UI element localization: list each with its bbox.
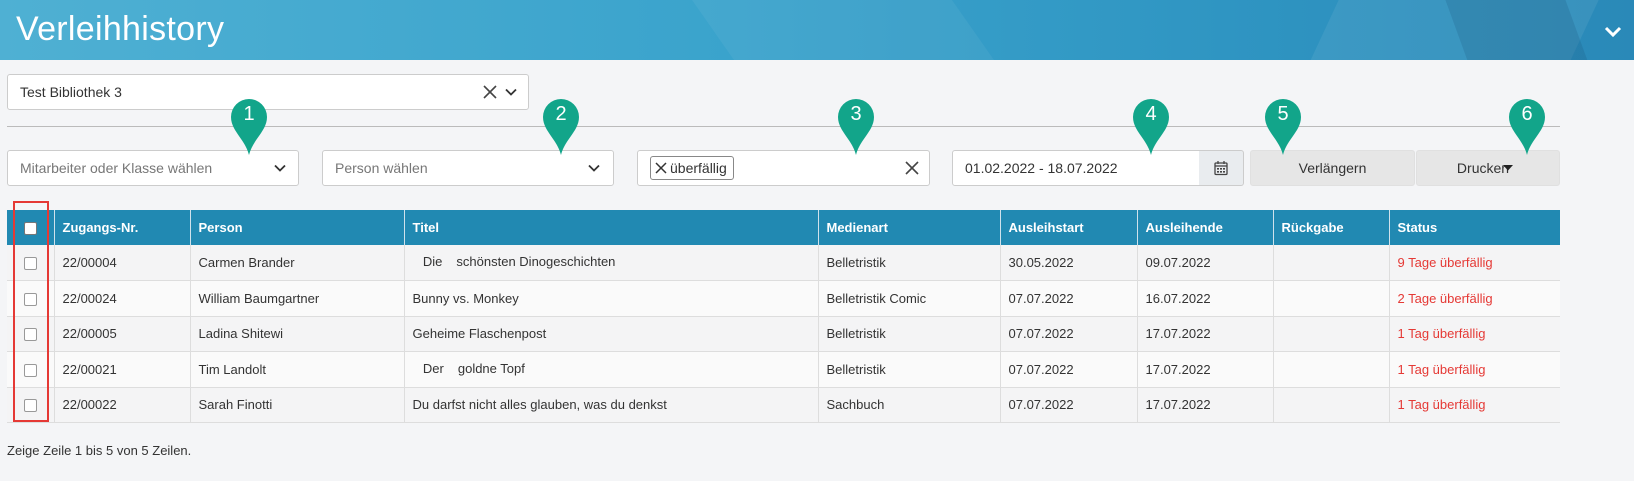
cell-person: Carmen Brander xyxy=(190,245,405,281)
clear-x-icon[interactable] xyxy=(905,161,919,175)
cell-media-type: Belletristik xyxy=(818,316,1001,352)
annotation-marker-5: 5 xyxy=(1263,97,1303,157)
cell-status: 2 Tage überfällig xyxy=(1397,290,1493,306)
column-header[interactable]: Person xyxy=(190,210,405,245)
annotation-marker-3: 3 xyxy=(836,97,876,157)
cell-access-number: 22/00024 xyxy=(54,280,191,316)
cell-loan-start: 07.07.2022 xyxy=(1000,280,1138,316)
marker-number: 1 xyxy=(243,103,255,125)
column-header[interactable]: Ausleihstart xyxy=(1000,210,1138,245)
cell-status: 1 Tag überfällig xyxy=(1397,397,1486,413)
calendar-icon xyxy=(1214,161,1228,176)
cell-return xyxy=(1273,280,1390,316)
cell-access-number: 22/00005 xyxy=(54,316,191,352)
date-range-value: 01.02.2022 - 18.07.2022 xyxy=(965,160,1118,176)
column-header[interactable]: Rückgabe xyxy=(1273,210,1390,245)
cell-return xyxy=(1273,245,1390,281)
cell-loan-start: 07.07.2022 xyxy=(1000,387,1138,423)
table-row[interactable]: 22/00005 Ladina Shitewi Geheime Flaschen… xyxy=(7,316,1560,352)
cell-title: Die schönsten Dinogeschichten xyxy=(404,245,819,281)
marker-number: 3 xyxy=(850,103,862,125)
chevron-down-icon[interactable] xyxy=(588,162,600,174)
marker-number: 6 xyxy=(1521,103,1533,125)
page-title: Verleihhistory xyxy=(16,10,225,48)
annotation-marker-1: 1 xyxy=(229,97,269,157)
pagination-info: Zeige Zeile 1 bis 5 von 5 Zeilen. xyxy=(7,443,192,458)
annotation-marker-4: 4 xyxy=(1131,97,1171,157)
page-header: Verleihhistory xyxy=(0,0,1634,60)
table-row[interactable]: 22/00004 Carmen Brander Die schönsten … xyxy=(7,245,1560,281)
marker-number: 5 xyxy=(1277,103,1289,125)
cell-title: Geheime Flaschenpost xyxy=(404,316,819,352)
library-select-value: Test Bibliothek 3 xyxy=(20,84,122,100)
cell-access-number: 22/00004 xyxy=(54,245,191,281)
table-row[interactable]: 22/00022 Sarah Finotti Du darfst nicht a… xyxy=(7,387,1560,423)
cell-return xyxy=(1273,351,1390,387)
cell-title: Der goldne Topf xyxy=(404,351,819,387)
cell-media-type: Belletristik Comic xyxy=(818,280,1001,316)
annotation-marker-6: 6 xyxy=(1507,97,1547,157)
table-row[interactable]: 22/00021 Tim Landolt Der goldne Topf B… xyxy=(7,351,1560,387)
cell-loan-end: 09.07.2022 xyxy=(1137,245,1274,281)
column-header[interactable]: Status xyxy=(1389,210,1560,245)
cell-title: Du darfst nicht alles glauben, was du de… xyxy=(404,387,819,423)
table-row[interactable]: 22/00024 William Baumgartner Bunny vs. M… xyxy=(7,280,1560,316)
cell-person: Sarah Finotti xyxy=(190,387,405,423)
table-header-row: Zugangs-Nr. Person Titel Medienart Ausle… xyxy=(7,210,1560,245)
cell-person: Ladina Shitewi xyxy=(190,316,405,352)
chevron-down-icon[interactable] xyxy=(505,86,517,98)
cell-access-number: 22/00022 xyxy=(54,387,191,423)
cell-status: 1 Tag überfällig xyxy=(1397,361,1486,377)
clear-x-icon[interactable] xyxy=(483,85,497,99)
cell-media-type: Belletristik xyxy=(818,245,1001,281)
loan-history-table: Zugangs-Nr. Person Titel Medienart Ausle… xyxy=(7,210,1560,423)
extend-button-label: Verlängern xyxy=(1298,160,1367,176)
caret-down-icon xyxy=(1503,165,1513,171)
marker-number: 4 xyxy=(1145,103,1157,125)
cell-status: 1 Tag überfällig xyxy=(1397,326,1486,342)
column-header[interactable]: Titel xyxy=(404,210,819,245)
cell-return xyxy=(1273,316,1390,352)
cell-media-type: Sachbuch xyxy=(818,387,1001,423)
staff-class-placeholder: Mitarbeiter oder Klasse wählen xyxy=(20,160,213,176)
status-filter-select[interactable]: überfällig xyxy=(637,150,930,186)
cell-loan-end: 17.07.2022 xyxy=(1137,351,1274,387)
cell-title: Bunny vs. Monkey xyxy=(404,280,819,316)
cell-person: William Baumgartner xyxy=(190,280,405,316)
marker-number: 2 xyxy=(555,103,567,125)
cell-media-type: Belletristik xyxy=(818,351,1001,387)
annotation-marker-2: 2 xyxy=(541,97,581,157)
chevron-down-icon[interactable] xyxy=(274,162,286,174)
tag-remove-icon[interactable] xyxy=(655,162,667,174)
cell-loan-start: 07.07.2022 xyxy=(1000,316,1138,352)
person-select-placeholder: Person wählen xyxy=(335,160,428,176)
chevron-down-icon[interactable] xyxy=(1602,20,1624,42)
status-tag: überfällig xyxy=(650,156,734,180)
cell-person: Tim Landolt xyxy=(190,351,405,387)
header-decoration xyxy=(670,0,1030,60)
column-header[interactable]: Ausleihende xyxy=(1137,210,1274,245)
checkbox-column-highlight xyxy=(13,201,49,422)
cell-loan-start: 30.05.2022 xyxy=(1000,245,1138,281)
cell-loan-start: 07.07.2022 xyxy=(1000,351,1138,387)
print-button-label: Drucken xyxy=(1456,160,1510,176)
cell-loan-end: 17.07.2022 xyxy=(1137,316,1274,352)
status-tag-label: überfällig xyxy=(670,160,727,176)
cell-status: 9 Tage überfällig xyxy=(1397,255,1493,270)
cell-loan-end: 16.07.2022 xyxy=(1137,280,1274,316)
calendar-button[interactable] xyxy=(1199,150,1244,186)
cell-return xyxy=(1273,387,1390,423)
cell-access-number: 22/00021 xyxy=(54,351,191,387)
column-header[interactable]: Zugangs-Nr. xyxy=(54,210,191,245)
cell-loan-end: 17.07.2022 xyxy=(1137,387,1274,423)
column-header[interactable]: Medienart xyxy=(818,210,1001,245)
